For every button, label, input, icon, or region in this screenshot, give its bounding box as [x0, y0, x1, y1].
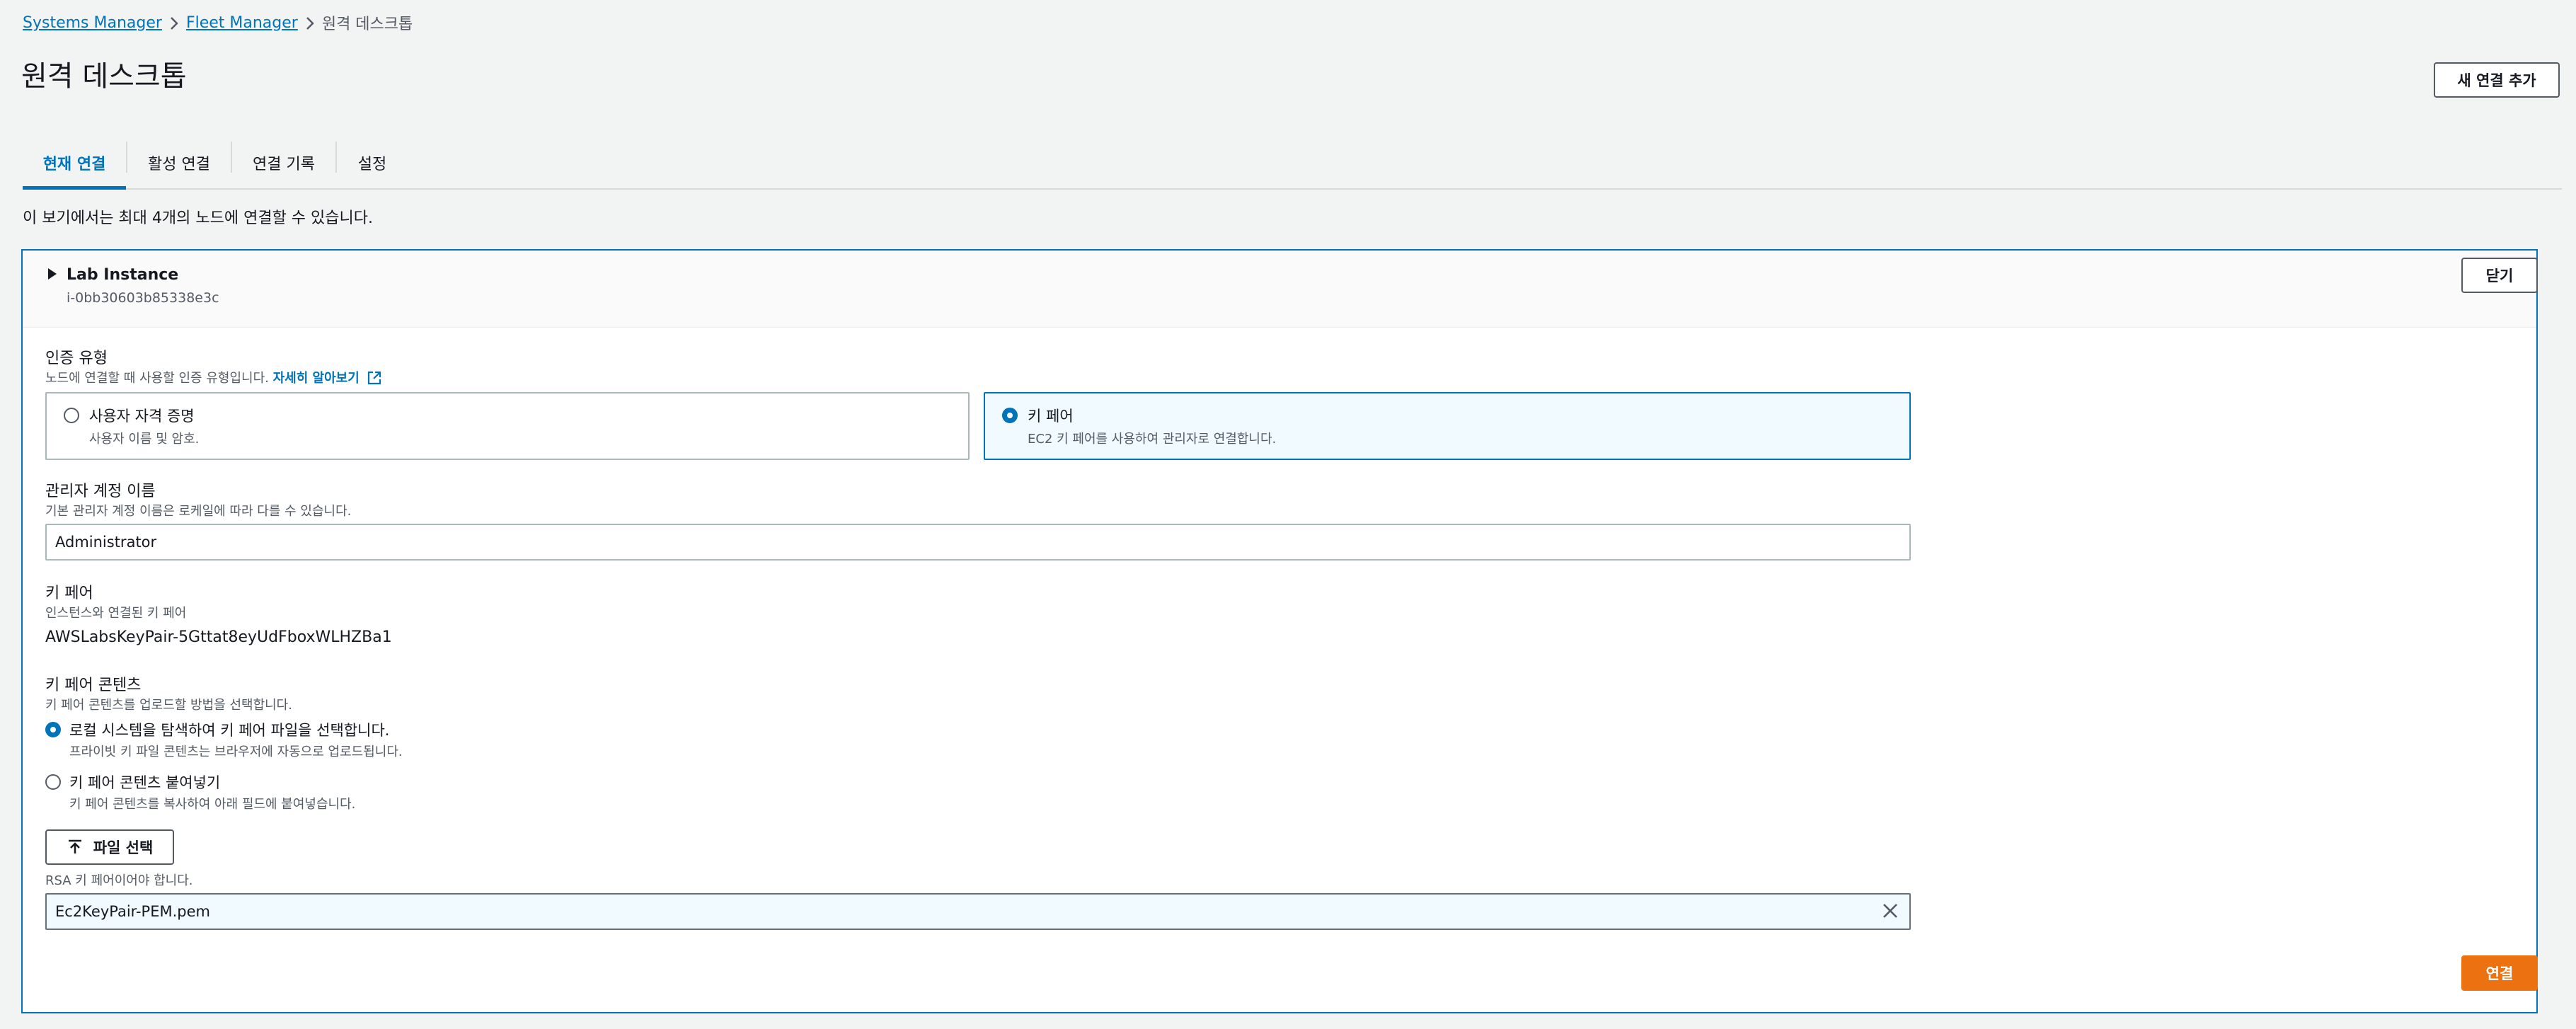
paste-key-content-description: 키 페어 콘텐츠를 복사하여 아래 필드에 붙여넣습니다. [69, 797, 356, 812]
key-pair-value: AWSLabsKeyPair-5Gttat8eyUdFboxWLHZBa1 [45, 628, 392, 646]
instance-header[interactable]: Lab Instance i-0bb30603b85338e3c 닫기 [23, 251, 2538, 328]
auth-option-description: EC2 키 페어를 사용하여 관리자로 연결합니다. [1028, 432, 1277, 447]
radio-paste-key-content[interactable] [45, 774, 61, 790]
connection-limit-info: 이 보기에서는 최대 4개의 노드에 연결할 수 있습니다. [23, 209, 373, 227]
tab-current-connection[interactable]: 현재 연결 [23, 139, 126, 190]
close-button[interactable]: 닫기 [2461, 258, 2538, 293]
learn-more-text[interactable]: 자세히 알아보기 [273, 371, 360, 386]
chevron-right-icon [162, 14, 186, 32]
page-title: 원격 데스크톱 [21, 60, 187, 93]
breadcrumb-current: 원격 데스크톱 [321, 16, 413, 33]
tab-connection-history[interactable]: 연결 기록 [232, 139, 335, 187]
instance-id: i-0bb30603b85338e3c [67, 290, 219, 306]
chevron-right-icon [298, 14, 322, 32]
close-icon[interactable] [1880, 900, 1901, 921]
breadcrumb: Systems Manager Fleet Manager 원격 데스크톱 [23, 10, 413, 35]
auth-option-title: 사용자 자격 증명 [89, 408, 195, 425]
radio-user-credentials[interactable] [64, 408, 79, 423]
browse-local-file-description: 프라이빗 키 파일 콘텐츠는 브라우저에 자동으로 업로드됩니다. [69, 745, 403, 759]
auth-option-title: 키 페어 [1028, 408, 1074, 425]
auth-type-description-text: 노드에 연결할 때 사용할 인증 유형입니다. [45, 371, 269, 386]
key-pair-description: 인스턴스와 연결된 키 페어 [45, 606, 187, 621]
radio-browse-local-file[interactable] [45, 722, 61, 737]
breadcrumb-systems-manager[interactable]: Systems Manager [23, 14, 162, 32]
paste-key-content-option[interactable]: 키 페어 콘텐츠 붙여넣기 [69, 771, 220, 793]
auth-type-label: 인증 유형 [45, 350, 108, 367]
auth-type-description: 노드에 연결할 때 사용할 인증 유형입니다. 자세히 알아보기 [45, 368, 382, 386]
admin-account-description: 기본 관리자 계정 이름은 로케일에 따라 다를 수 있습니다. [45, 504, 352, 519]
browse-local-file-option[interactable]: 로컬 시스템을 탐색하여 키 페어 파일을 선택합니다. [69, 719, 389, 740]
key-pair-label: 키 페어 [45, 585, 93, 602]
upload-icon [68, 839, 81, 853]
key-pair-content-label: 키 페어 콘텐츠 [45, 677, 142, 694]
connection-panel: Lab Instance i-0bb30603b85338e3c 닫기 인증 유… [21, 249, 2538, 1013]
admin-account-input[interactable] [45, 524, 1911, 561]
key-file-name-input[interactable] [45, 893, 1911, 930]
tab-list: 현재 연결 활성 연결 연결 기록 설정 [23, 139, 2562, 190]
choose-file-label: 파일 선택 [93, 839, 154, 856]
auth-option-description: 사용자 이름 및 암호. [89, 432, 200, 447]
auth-option-user-credentials[interactable]: 사용자 자격 증명 사용자 이름 및 암호. [45, 392, 970, 460]
rsa-constraint-text: RSA 키 페어이어야 합니다. [45, 873, 193, 888]
learn-more-link[interactable]: 자세히 알아보기 [273, 371, 382, 386]
auth-option-key-pair[interactable]: 키 페어 EC2 키 페어를 사용하여 관리자로 연결합니다. [984, 392, 1911, 460]
external-link-icon [367, 371, 381, 385]
choose-file-button[interactable]: 파일 선택 [45, 829, 174, 865]
add-new-connection-button[interactable]: 새 연결 추가 [2434, 62, 2560, 98]
instance-name: Lab Instance [67, 266, 179, 284]
admin-account-label: 관리자 계정 이름 [45, 483, 156, 500]
radio-key-pair[interactable] [1002, 408, 1018, 423]
key-pair-content-description: 키 페어 콘텐츠를 업로드할 방법을 선택합니다. [45, 698, 292, 713]
connect-button[interactable]: 연결 [2461, 955, 2538, 991]
caret-right-icon[interactable] [47, 268, 58, 283]
tab-active-connections[interactable]: 활성 연결 [127, 139, 231, 187]
tab-settings[interactable]: 설정 [337, 139, 408, 187]
breadcrumb-fleet-manager[interactable]: Fleet Manager [186, 14, 298, 32]
